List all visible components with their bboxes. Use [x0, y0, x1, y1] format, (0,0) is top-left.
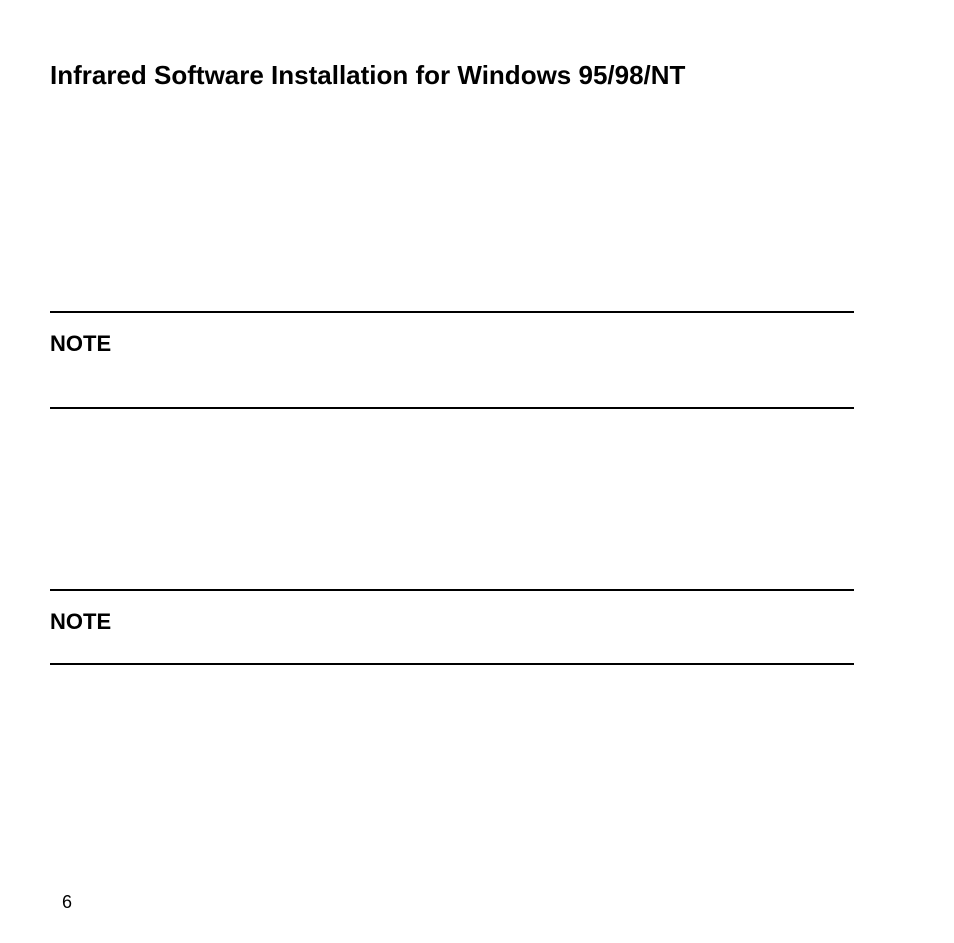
note-block-1: NOTE: [50, 311, 854, 409]
note-label-1: NOTE: [50, 331, 854, 357]
page-title: Infrared Software Installation for Windo…: [50, 60, 854, 91]
page-number: 6: [62, 892, 72, 913]
note-block-2: NOTE: [50, 589, 854, 665]
note-label-2: NOTE: [50, 609, 854, 635]
